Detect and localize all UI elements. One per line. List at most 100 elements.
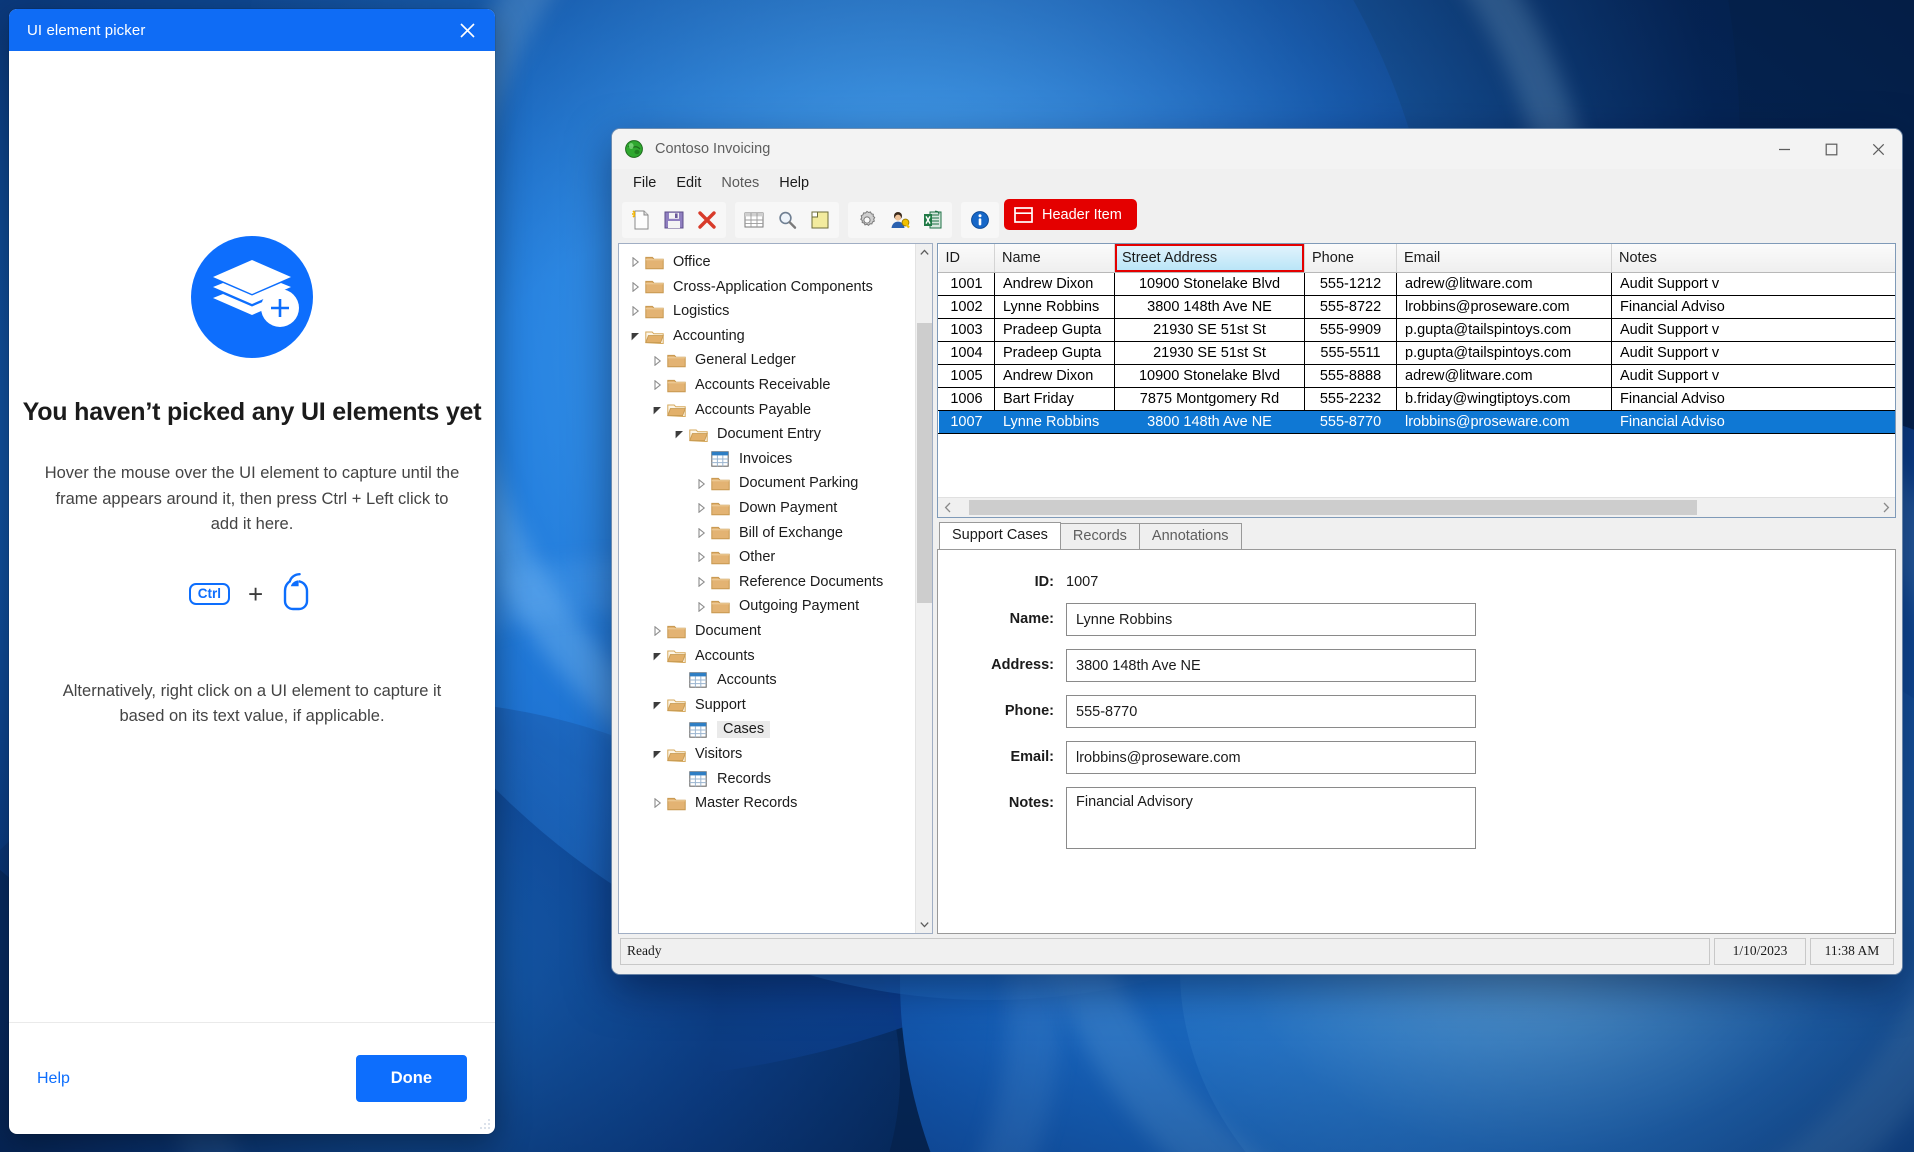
chevron-expanded-icon[interactable] bbox=[653, 651, 662, 661]
cell-id[interactable]: 1003 bbox=[939, 318, 995, 341]
name-field[interactable] bbox=[1066, 603, 1476, 636]
tree-twisty[interactable] bbox=[647, 626, 667, 636]
tree-twisty[interactable] bbox=[625, 282, 645, 292]
done-button[interactable]: Done bbox=[356, 1055, 467, 1102]
window-titlebar[interactable]: Contoso Invoicing bbox=[612, 129, 1902, 169]
cell-email[interactable]: adrew@litware.com bbox=[1397, 364, 1612, 387]
cell-id[interactable]: 1002 bbox=[939, 295, 995, 318]
tree-item-other[interactable]: Other bbox=[619, 545, 915, 570]
column-header-email[interactable]: Email bbox=[1397, 244, 1612, 272]
tab-records[interactable]: Records bbox=[1060, 523, 1140, 549]
cell-notes[interactable]: Audit Support v bbox=[1612, 318, 1896, 341]
scrollbar-thumb[interactable] bbox=[969, 500, 1697, 515]
chevron-collapsed-icon[interactable] bbox=[697, 552, 706, 562]
chevron-collapsed-icon[interactable] bbox=[631, 257, 640, 267]
menu-help[interactable]: Help bbox=[770, 172, 818, 194]
menu-edit[interactable]: Edit bbox=[667, 172, 710, 194]
tree-item-general-ledger[interactable]: General Ledger bbox=[619, 348, 915, 373]
chevron-expanded-icon[interactable] bbox=[653, 405, 662, 415]
cell-phone[interactable]: 555-8722 bbox=[1305, 295, 1397, 318]
delete-icon[interactable] bbox=[692, 205, 722, 235]
cell-email[interactable]: b.friday@wingtiptoys.com bbox=[1397, 387, 1612, 410]
cell-email[interactable]: p.gupta@tailspintoys.com bbox=[1397, 318, 1612, 341]
column-header-notes[interactable]: Notes bbox=[1612, 244, 1896, 272]
maximize-button[interactable] bbox=[1808, 129, 1855, 169]
chevron-collapsed-icon[interactable] bbox=[697, 577, 706, 587]
menu-notes[interactable]: Notes bbox=[712, 172, 768, 194]
table-row[interactable]: 1007Lynne Robbins3800 148th Ave NE555-87… bbox=[939, 410, 1896, 433]
scroll-up-icon[interactable] bbox=[916, 244, 933, 261]
cell-phone[interactable]: 555-2232 bbox=[1305, 387, 1397, 410]
scrollbar-track[interactable] bbox=[916, 261, 933, 916]
cell-phone[interactable]: 555-8888 bbox=[1305, 364, 1397, 387]
tree-item-outgoing-payment[interactable]: Outgoing Payment bbox=[619, 594, 915, 619]
chevron-collapsed-icon[interactable] bbox=[697, 503, 706, 513]
cell-name[interactable]: Andrew Dixon bbox=[995, 272, 1115, 295]
tree-item-accounts[interactable]: Accounts bbox=[619, 668, 915, 693]
tree-item-office[interactable]: Office bbox=[619, 250, 915, 275]
tree-item-cases[interactable]: Cases bbox=[619, 717, 915, 742]
tree-twisty[interactable] bbox=[669, 429, 689, 439]
table-row[interactable]: 1002Lynne Robbins3800 148th Ave NE555-87… bbox=[939, 295, 1896, 318]
cell-name[interactable]: Lynne Robbins bbox=[995, 410, 1115, 433]
cell-id[interactable]: 1005 bbox=[939, 364, 995, 387]
chevron-collapsed-icon[interactable] bbox=[631, 306, 640, 316]
tree-item-accounts-receivable[interactable]: Accounts Receivable bbox=[619, 373, 915, 398]
chevron-expanded-icon[interactable] bbox=[653, 749, 662, 759]
tree-item-document-parking[interactable]: Document Parking bbox=[619, 471, 915, 496]
cell-id[interactable]: 1007 bbox=[939, 410, 995, 433]
tree-twisty[interactable] bbox=[647, 380, 667, 390]
chevron-collapsed-icon[interactable] bbox=[653, 380, 662, 390]
column-header-id[interactable]: ID bbox=[939, 244, 995, 272]
cell-name[interactable]: Andrew Dixon bbox=[995, 364, 1115, 387]
table-row[interactable]: 1001Andrew Dixon10900 Stonelake Blvd555-… bbox=[939, 272, 1896, 295]
tree-item-visitors[interactable]: Visitors bbox=[619, 742, 915, 767]
chevron-collapsed-icon[interactable] bbox=[697, 602, 706, 612]
tab-support-cases[interactable]: Support Cases bbox=[939, 522, 1061, 549]
new-document-icon[interactable] bbox=[626, 205, 656, 235]
table-row[interactable]: 1005Andrew Dixon10900 Stonelake Blvd555-… bbox=[939, 364, 1896, 387]
address-field[interactable] bbox=[1066, 649, 1476, 682]
tree-twisty[interactable] bbox=[691, 503, 711, 513]
grid-horizontal-scrollbar[interactable] bbox=[938, 497, 1895, 517]
tree-twisty[interactable] bbox=[647, 405, 667, 415]
chevron-expanded-icon[interactable] bbox=[675, 429, 684, 439]
scroll-down-icon[interactable] bbox=[916, 916, 933, 933]
tree-item-cross-application-components[interactable]: Cross-Application Components bbox=[619, 275, 915, 300]
tree-twisty[interactable] bbox=[625, 306, 645, 316]
cell-address[interactable]: 3800 148th Ave NE bbox=[1115, 410, 1305, 433]
cell-notes[interactable]: Financial Adviso bbox=[1612, 410, 1896, 433]
tree-twisty[interactable] bbox=[647, 798, 667, 808]
table-row[interactable]: 1003Pradeep Gupta21930 SE 51st St555-990… bbox=[939, 318, 1896, 341]
cell-name[interactable]: Lynne Robbins bbox=[995, 295, 1115, 318]
close-icon[interactable] bbox=[447, 13, 487, 47]
export-excel-icon[interactable] bbox=[918, 205, 948, 235]
cell-id[interactable]: 1006 bbox=[939, 387, 995, 410]
cell-email[interactable]: p.gupta@tailspintoys.com bbox=[1397, 341, 1612, 364]
search-icon[interactable] bbox=[772, 205, 802, 235]
tree-item-accounting[interactable]: Accounting bbox=[619, 324, 915, 349]
tree-twisty[interactable] bbox=[647, 700, 667, 710]
cell-name[interactable]: Pradeep Gupta bbox=[995, 318, 1115, 341]
help-link[interactable]: Help bbox=[37, 1070, 356, 1088]
cell-address[interactable]: 10900 Stonelake Blvd bbox=[1115, 364, 1305, 387]
tree-item-document-entry[interactable]: Document Entry bbox=[619, 422, 915, 447]
phone-field[interactable] bbox=[1066, 695, 1476, 728]
resize-handle[interactable] bbox=[479, 1118, 491, 1130]
tree-item-bill-of-exchange[interactable]: Bill of Exchange bbox=[619, 521, 915, 546]
tab-annotations[interactable]: Annotations bbox=[1139, 523, 1242, 549]
cell-phone[interactable]: 555-8770 bbox=[1305, 410, 1397, 433]
scroll-left-icon[interactable] bbox=[938, 498, 957, 517]
scrollbar-track[interactable] bbox=[957, 498, 1876, 517]
tree-twisty[interactable] bbox=[647, 356, 667, 366]
cell-address[interactable]: 10900 Stonelake Blvd bbox=[1115, 272, 1305, 295]
cell-phone[interactable]: 555-5511 bbox=[1305, 341, 1397, 364]
cell-address[interactable]: 7875 Montgomery Rd bbox=[1115, 387, 1305, 410]
tree-item-accounts[interactable]: Accounts bbox=[619, 644, 915, 669]
user-permissions-icon[interactable] bbox=[885, 205, 915, 235]
tree-item-down-payment[interactable]: Down Payment bbox=[619, 496, 915, 521]
chevron-collapsed-icon[interactable] bbox=[653, 626, 662, 636]
chevron-collapsed-icon[interactable] bbox=[631, 282, 640, 292]
tree-item-accounts-payable[interactable]: Accounts Payable bbox=[619, 398, 915, 423]
tree-twisty[interactable] bbox=[691, 602, 711, 612]
